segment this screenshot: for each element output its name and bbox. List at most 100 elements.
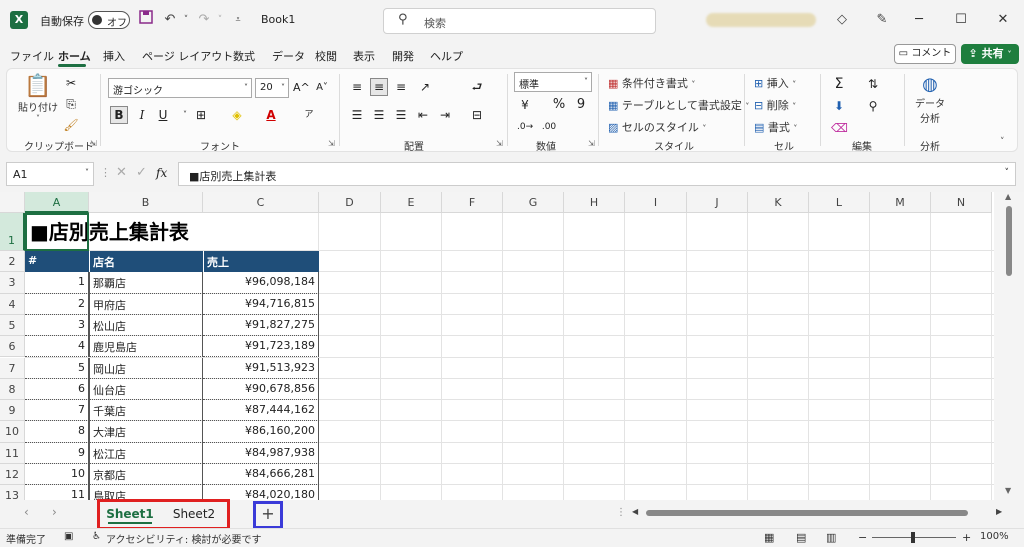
cut-icon[interactable]: ✂: [62, 74, 80, 92]
column-header-k[interactable]: K: [748, 192, 809, 213]
minimize-button[interactable]: ─: [904, 10, 934, 30]
normal-view-icon[interactable]: ▦: [764, 531, 774, 544]
select-all-corner[interactable]: [0, 192, 25, 213]
cell-store[interactable]: 仙台店: [89, 378, 203, 401]
number-format-select[interactable]: 標準 ˅: [514, 72, 592, 92]
cell-sales[interactable]: ¥84,666,281: [203, 464, 319, 486]
data-analysis-button[interactable]: ◍ データ 分析: [912, 74, 948, 125]
font-color-button[interactable]: A: [262, 106, 280, 124]
align-left-icon[interactable]: ☰: [348, 106, 366, 124]
column-header-i[interactable]: I: [625, 192, 687, 213]
tab-developer[interactable]: 開発: [392, 48, 414, 64]
column-header-d[interactable]: D: [319, 192, 381, 213]
comma-button[interactable]: 9: [572, 96, 590, 114]
cancel-icon[interactable]: ✕: [116, 165, 127, 180]
cell-store[interactable]: 鳥取店: [89, 485, 203, 500]
dialog-launcher-icon[interactable]: ⇲: [328, 139, 335, 148]
pen-icon[interactable]: ✎: [872, 10, 892, 30]
horizontal-scrollbar[interactable]: [640, 509, 1000, 517]
chevron-down-icon[interactable]: ˅: [1005, 168, 1010, 178]
formula-input[interactable]: ■店別売上集計表 ˅: [178, 162, 1016, 186]
cell-no[interactable]: 11: [25, 485, 89, 500]
phonetic-icon[interactable]: ア: [300, 106, 318, 124]
close-button[interactable]: ✕: [988, 10, 1018, 30]
cell-store[interactable]: 千葉店: [89, 400, 203, 422]
fill-icon[interactable]: ⬇: [830, 97, 848, 115]
italic-button[interactable]: I: [133, 106, 151, 124]
zoom-in-button[interactable]: +: [962, 531, 971, 544]
dialog-launcher-icon[interactable]: ⇲: [496, 139, 503, 148]
currency-icon[interactable]: ¥: [516, 96, 534, 114]
autosum-icon[interactable]: Σ: [830, 75, 848, 93]
font-size-select[interactable]: 20 ˅: [255, 78, 289, 98]
comment-button[interactable]: ▭ コメント: [894, 44, 956, 64]
scroll-right-icon[interactable]: ▶: [996, 507, 1002, 516]
customize-qat-icon[interactable]: ⩡: [228, 10, 248, 30]
maximize-button[interactable]: ☐: [946, 10, 976, 30]
merge-center-icon[interactable]: ⊟: [468, 106, 486, 124]
cell-store[interactable]: 松山店: [89, 314, 203, 337]
row-header-4[interactable]: 4: [0, 293, 25, 315]
cell-sales[interactable]: ¥86,160,200: [203, 421, 319, 443]
cell-sales[interactable]: ¥96,098,184: [203, 272, 319, 294]
cell-no[interactable]: 8: [25, 421, 89, 443]
cell-no[interactable]: 5: [25, 357, 89, 379]
tab-help[interactable]: ヘルプ: [430, 48, 463, 64]
insert-cells-button[interactable]: ⊞ 挿入 ˅: [754, 75, 796, 91]
row-header-10[interactable]: 10: [0, 421, 25, 443]
cell-sales[interactable]: ¥91,513,923: [203, 357, 319, 379]
sheet-title[interactable]: ■店別売上集計表: [30, 216, 189, 245]
format-painter-icon[interactable]: 🖌: [62, 116, 80, 134]
fill-color-icon[interactable]: ◈: [228, 106, 246, 124]
decrease-decimal-icon[interactable]: .00: [540, 118, 558, 136]
row-header-2[interactable]: 2: [0, 251, 25, 273]
zoom-level[interactable]: 100%: [980, 531, 1009, 542]
worksheet-grid[interactable]: ABCDEFGHIJKLMN 1 2 3 4 5 6 7 8 9 10 11 12 13 ■店別売上集計…: [0, 192, 994, 500]
row-header-11[interactable]: 11: [0, 442, 25, 464]
align-bottom-icon[interactable]: ≡: [392, 78, 410, 96]
row-header-8[interactable]: 8: [0, 378, 25, 401]
column-header-g[interactable]: G: [503, 192, 564, 213]
shrink-font-button[interactable]: A˅: [313, 79, 331, 97]
cell-sales[interactable]: ¥87,444,162: [203, 400, 319, 422]
underline-button[interactable]: U: [154, 106, 172, 124]
scroll-up-icon[interactable]: ▲: [1005, 192, 1011, 201]
chevron-down-icon[interactable]: ˅: [176, 10, 196, 30]
zoom-out-button[interactable]: −: [858, 531, 867, 544]
tab-view[interactable]: 表示: [353, 48, 375, 64]
bold-button[interactable]: B: [110, 106, 128, 124]
cell-no[interactable]: 6: [25, 378, 89, 401]
cell-store[interactable]: 松江店: [89, 442, 203, 464]
cell-sales[interactable]: ¥91,827,275: [203, 314, 319, 337]
clear-icon[interactable]: ⌫: [830, 119, 848, 137]
accessibility-status[interactable]: アクセシビリティ: 検討が必要です: [106, 531, 261, 546]
next-sheet-icon[interactable]: ›: [52, 505, 57, 519]
column-header-n[interactable]: N: [931, 192, 992, 213]
font-name-select[interactable]: 游ゴシック ˅: [108, 78, 252, 98]
cell-store[interactable]: 大津店: [89, 421, 203, 443]
row-header-13[interactable]: 13: [0, 485, 25, 500]
tab-formulas[interactable]: 数式: [233, 48, 255, 64]
format-cells-button[interactable]: ▤ 書式 ˅: [754, 119, 797, 135]
cell-sales[interactable]: ¥84,987,938: [203, 442, 319, 464]
align-right-icon[interactable]: ☰: [392, 106, 410, 124]
cell-no[interactable]: 4: [25, 336, 89, 358]
header-cell-store[interactable]: 店名: [89, 251, 203, 272]
column-header-h[interactable]: H: [564, 192, 625, 213]
diamond-icon[interactable]: ◇: [832, 10, 852, 30]
collapse-ribbon-icon[interactable]: ˅: [1000, 137, 1005, 147]
chevron-down-icon[interactable]: ˅: [210, 10, 230, 30]
column-header-j[interactable]: J: [687, 192, 748, 213]
align-middle-icon[interactable]: ≡: [370, 78, 388, 96]
cell-store[interactable]: 甲府店: [89, 293, 203, 315]
row-header-3[interactable]: 3: [0, 272, 25, 294]
zoom-slider-thumb[interactable]: [911, 532, 915, 543]
align-top-icon[interactable]: ≡: [348, 78, 366, 96]
scroll-down-icon[interactable]: ▼: [1005, 486, 1011, 495]
vertical-scroll-thumb[interactable]: [1006, 206, 1012, 276]
orientation-icon[interactable]: ↗: [416, 78, 434, 96]
cell-sales[interactable]: ¥84,020,180: [203, 485, 319, 500]
paste-button[interactable]: 📋 貼り付け ˅: [18, 74, 58, 123]
increase-indent-icon[interactable]: ⇥: [436, 106, 454, 124]
column-header-f[interactable]: F: [442, 192, 503, 213]
